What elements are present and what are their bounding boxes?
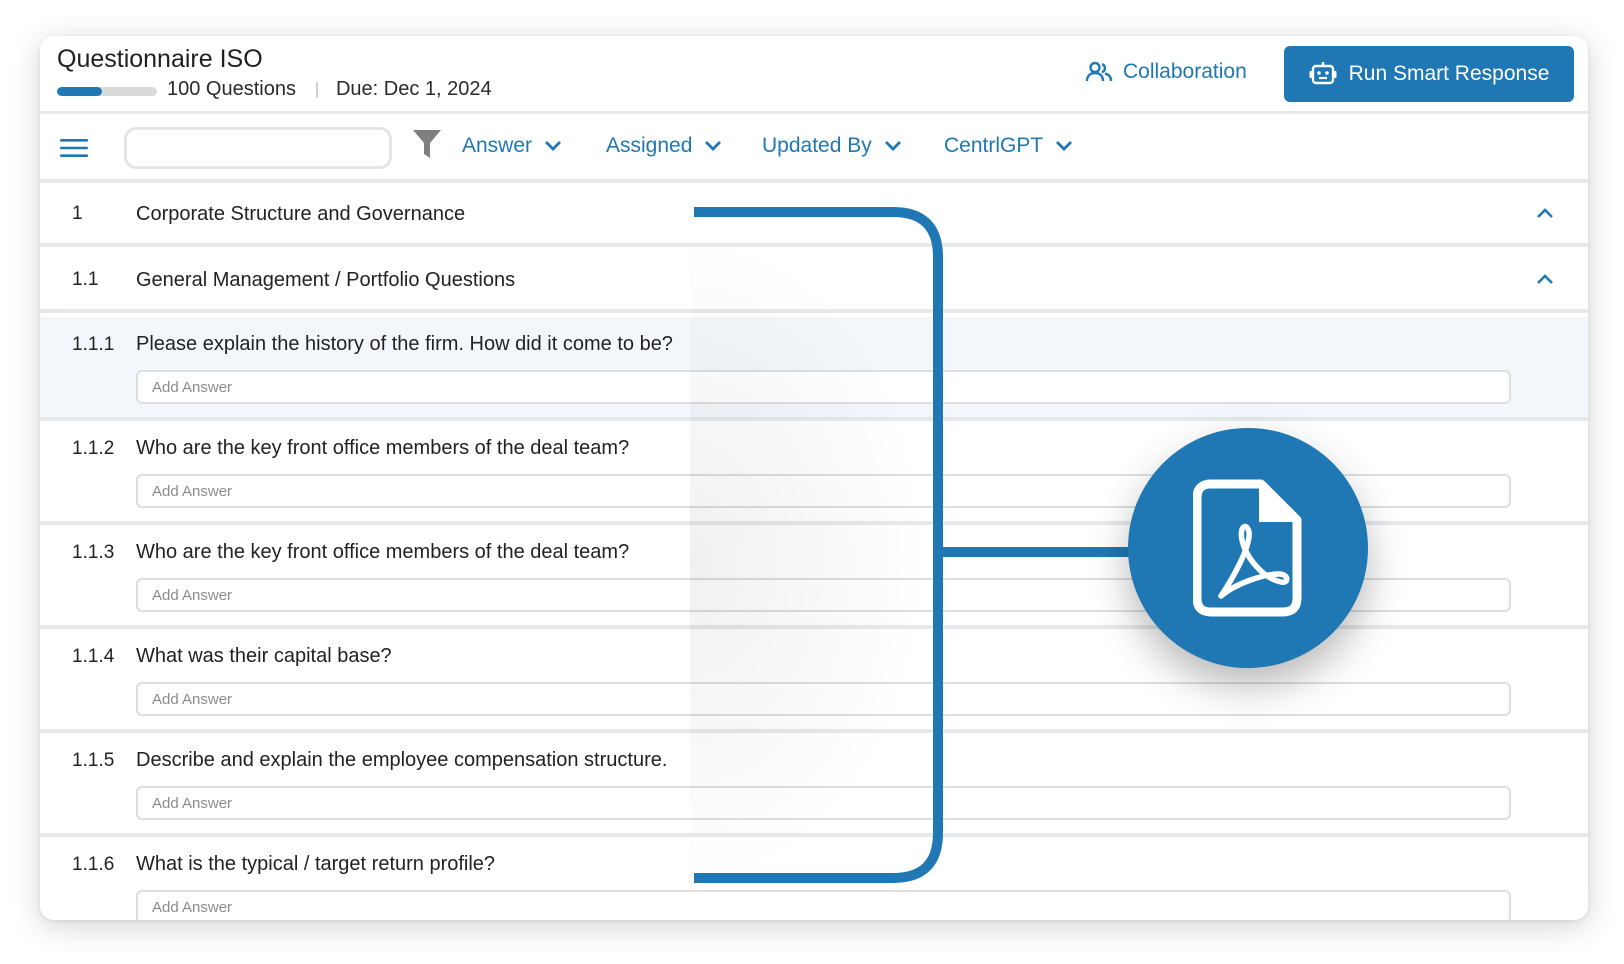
chevron-up-icon[interactable] xyxy=(1536,207,1554,219)
search-input[interactable] xyxy=(124,127,392,169)
question-row[interactable]: 1.1.6 What is the typical / target retur… xyxy=(40,837,1588,920)
collaboration-button[interactable]: Collaboration xyxy=(1085,60,1247,84)
updated-by-dropdown[interactable]: Updated By xyxy=(762,134,902,158)
answer-input[interactable] xyxy=(136,890,1511,920)
answer-input[interactable] xyxy=(136,786,1511,820)
answer-dropdown-label: Answer xyxy=(462,134,533,157)
section-title: Corporate Structure and Governance xyxy=(136,203,466,225)
header: Questionnaire ISO 100 Questions Due: Dec… xyxy=(40,36,1588,114)
answer-dropdown[interactable]: Answer xyxy=(462,134,562,158)
question-text: What was their capital base? xyxy=(136,645,392,667)
chevron-up-icon[interactable] xyxy=(1536,273,1554,285)
section-title: General Management / Portfolio Questions xyxy=(136,269,516,291)
collaboration-label: Collaboration xyxy=(1123,60,1247,83)
filter-icon[interactable] xyxy=(413,130,441,160)
section-row-corporate-structure[interactable]: 1 Corporate Structure and Governance xyxy=(40,185,1588,247)
centrlgpt-dropdown-label: CentrlGPT xyxy=(944,134,1044,157)
question-text: What is the typical / target return prof… xyxy=(136,853,496,875)
question-count: 100 Questions xyxy=(167,78,296,100)
question-text: Who are the key front office members of … xyxy=(136,541,630,563)
question-number: 1.1.3 xyxy=(72,542,115,563)
question-number: 1.1.1 xyxy=(72,334,115,355)
meta-divider xyxy=(315,81,318,98)
chevron-down-icon xyxy=(1056,141,1073,151)
question-number: 1.1.2 xyxy=(72,438,115,459)
pdf-file-badge[interactable] xyxy=(1128,428,1368,668)
questionnaire-meta: 100 Questions Due: Dec 1, 2024 xyxy=(167,78,492,101)
question-row[interactable]: 1.1.1 Please explain the history of the … xyxy=(40,317,1588,421)
progress-fill xyxy=(57,87,102,96)
toolbar: Answer Assigned Updated By CentrlGPT xyxy=(40,117,1588,183)
question-text: Who are the key front office members of … xyxy=(136,437,630,459)
run-smart-response-label: Run Smart Response xyxy=(1348,62,1550,85)
question-row[interactable]: 1.1.4 What was their capital base? xyxy=(40,629,1588,733)
pdf-file-icon xyxy=(1193,479,1302,617)
question-text: Please explain the history of the firm. … xyxy=(136,333,673,355)
assigned-dropdown[interactable]: Assigned xyxy=(606,134,722,158)
questionnaire-panel: Questionnaire ISO 100 Questions Due: Dec… xyxy=(40,36,1588,920)
hamburger-menu-icon[interactable] xyxy=(60,137,88,159)
section-row-general-management[interactable]: 1.1 General Management / Portfolio Quest… xyxy=(40,251,1588,313)
question-number: 1.1.6 xyxy=(72,854,115,875)
people-icon xyxy=(1085,61,1113,82)
page-title: Questionnaire ISO xyxy=(57,45,263,73)
centrlgpt-dropdown[interactable]: CentrlGPT xyxy=(944,134,1073,158)
question-number: 1.1.5 xyxy=(72,750,115,771)
chevron-down-icon xyxy=(884,141,901,151)
robot-icon xyxy=(1309,62,1337,85)
answer-input[interactable] xyxy=(136,370,1511,404)
chevron-down-icon xyxy=(705,141,722,151)
section-number: 1 xyxy=(72,203,83,224)
chevron-down-icon xyxy=(545,141,562,151)
question-text: Describe and explain the employee compen… xyxy=(136,749,668,771)
section-number: 1.1 xyxy=(72,269,99,290)
due-date: Due: Dec 1, 2024 xyxy=(335,78,492,100)
answer-input[interactable] xyxy=(136,682,1511,716)
updated-by-dropdown-label: Updated By xyxy=(762,134,872,157)
question-number: 1.1.4 xyxy=(72,646,115,667)
assigned-dropdown-label: Assigned xyxy=(606,134,693,157)
progress-bar xyxy=(57,87,157,96)
question-row[interactable]: 1.1.5 Describe and explain the employee … xyxy=(40,733,1588,837)
run-smart-response-button[interactable]: Run Smart Response xyxy=(1284,46,1574,102)
